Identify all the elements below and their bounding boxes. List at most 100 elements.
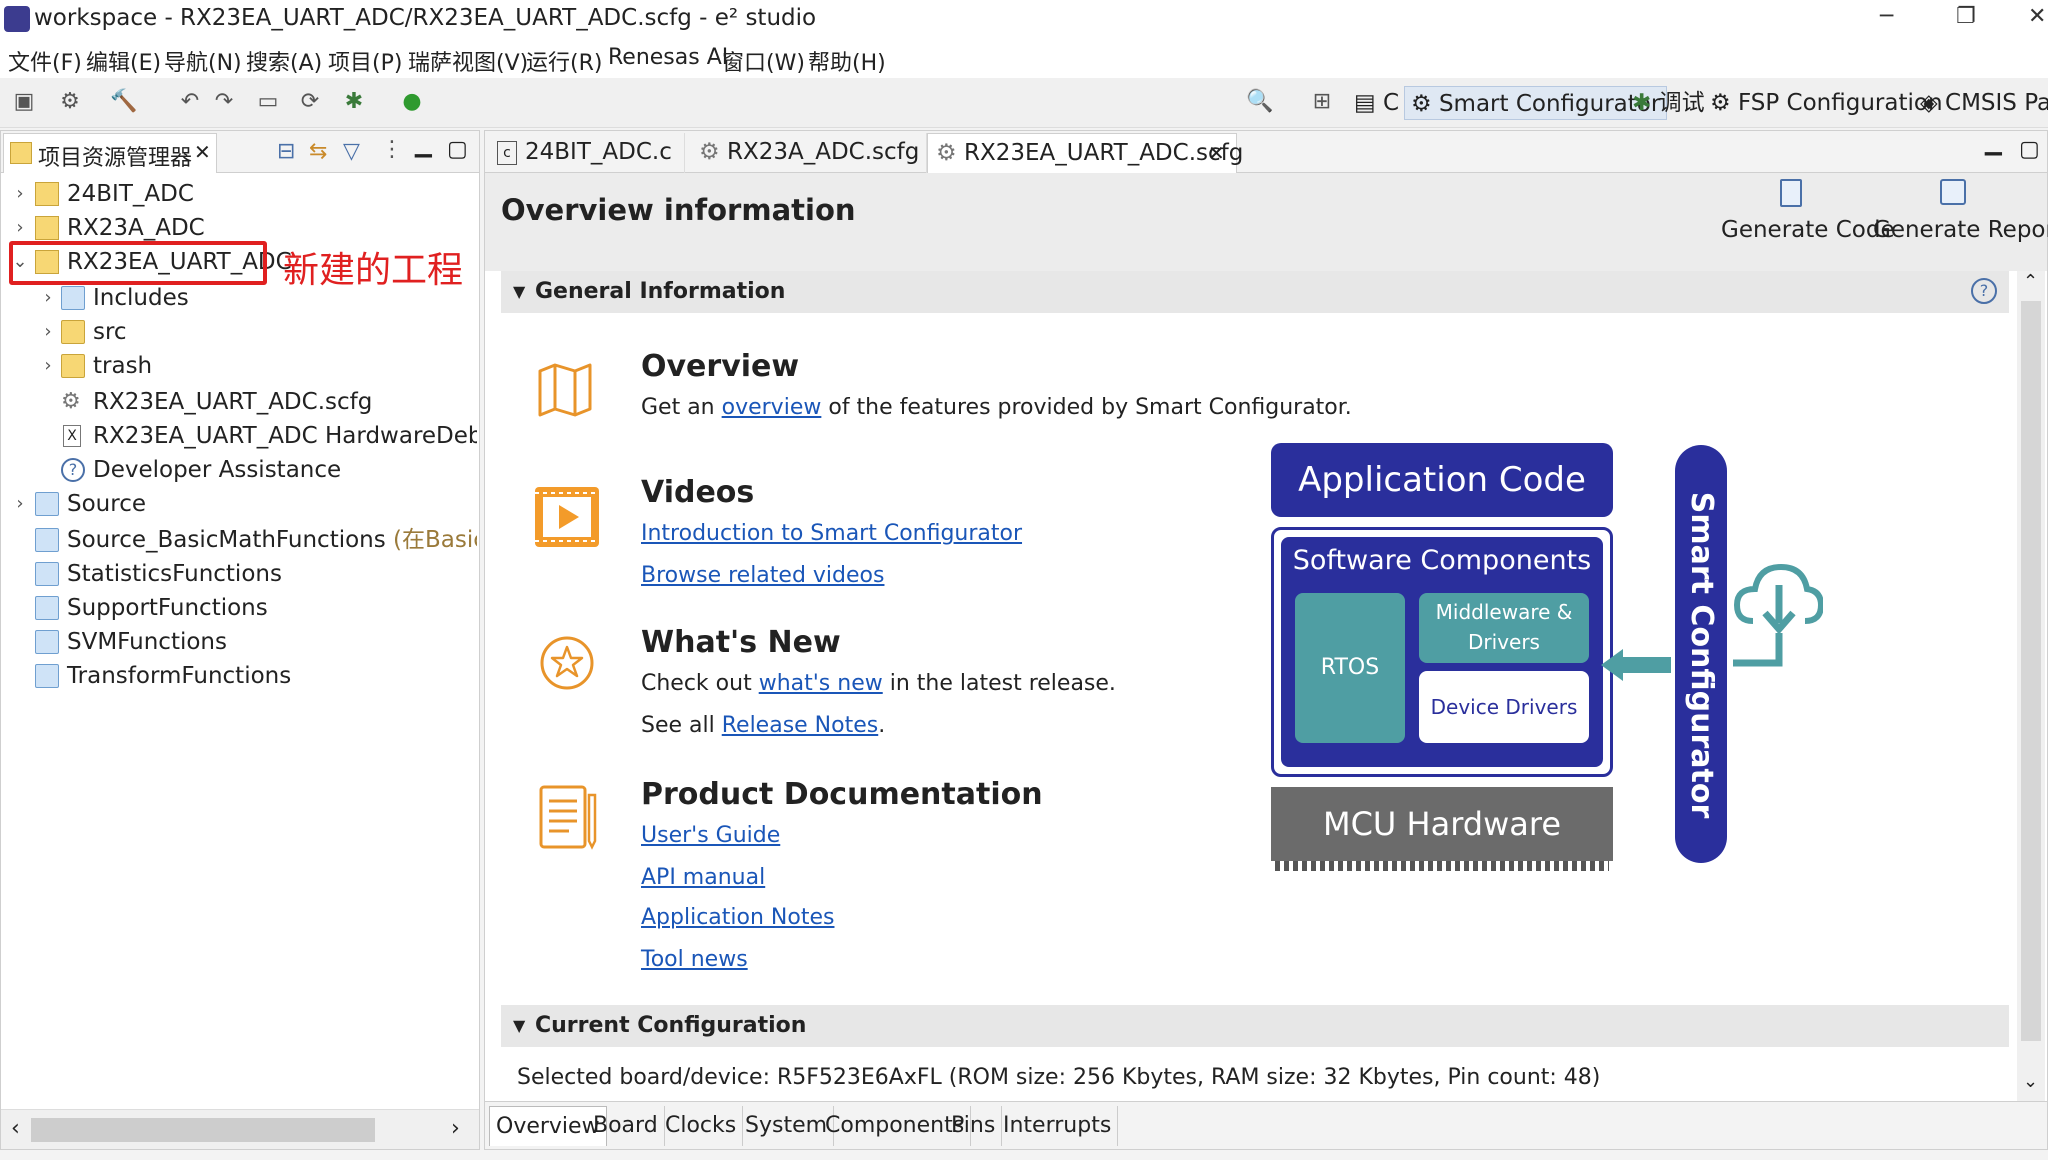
debug-perspective-icon: ✱: [1632, 90, 1652, 116]
close-icon[interactable]: ✕: [1208, 134, 1225, 172]
refresh-icon[interactable]: ⟳: [296, 88, 324, 116]
horizontal-scrollbar[interactable]: ‹ ›: [1, 1109, 479, 1149]
tab-label: 24BIT_ADC.c: [525, 139, 672, 165]
tree-item-launch[interactable]: X RX23EA_UART_ADC HardwareDebug.lau: [1, 419, 477, 453]
link-editor-icon[interactable]: ⇆: [309, 139, 327, 164]
minimize-editor-icon[interactable]: ▁: [1985, 131, 2002, 156]
undo-icon[interactable]: ↶: [176, 88, 204, 116]
run-icon[interactable]: ●: [398, 88, 426, 116]
chevron-right-icon[interactable]: ›: [39, 281, 57, 315]
tool-news-link[interactable]: Tool news: [641, 947, 748, 972]
tab-pins[interactable]: Pins: [945, 1106, 1003, 1146]
scroll-up-icon[interactable]: ⌃: [2023, 271, 2038, 292]
menu-run[interactable]: 运行(R): [526, 45, 602, 77]
scroll-right-icon[interactable]: ›: [451, 1116, 460, 1141]
scroll-left-icon[interactable]: ‹: [11, 1116, 20, 1141]
intro-video-link[interactable]: Introduction to Smart Configurator: [641, 521, 1022, 546]
generate-code-button[interactable]: Generate Code: [1721, 179, 1895, 259]
search-icon[interactable]: 🔍: [1246, 88, 1274, 116]
folder-icon: [35, 596, 59, 620]
minimize-button[interactable]: ─: [1880, 4, 1893, 29]
menu-renesas-ai[interactable]: Renesas AI: [608, 45, 728, 70]
tree-item-developer-assistance[interactable]: ? Developer Assistance: [1, 453, 477, 487]
view-menu-icon[interactable]: ⋮: [381, 137, 403, 162]
tree-item-statistics[interactable]: StatisticsFunctions: [1, 557, 477, 591]
generate-report-button[interactable]: Generate Report: [1873, 179, 2048, 259]
help-icon[interactable]: ?: [1971, 278, 1997, 304]
tab-interrupts[interactable]: Interrupts: [997, 1106, 1119, 1146]
documentation-heading: Product Documentation: [641, 777, 1043, 812]
scrollbar-thumb[interactable]: [31, 1118, 375, 1142]
tree-item-transform[interactable]: TransformFunctions: [1, 659, 477, 693]
vertical-scrollbar[interactable]: ⌃ ⌄: [2017, 271, 2045, 1101]
collapse-triangle-icon[interactable]: ▼: [513, 1005, 525, 1047]
maximize-view-icon[interactable]: ▢: [447, 137, 468, 162]
current-configuration-header[interactable]: ▼ Current Configuration: [501, 1005, 2009, 1047]
scroll-down-icon[interactable]: ⌄: [2023, 1071, 2038, 1092]
tree-item-support[interactable]: SupportFunctions: [1, 591, 477, 625]
tree-item-rx23a-adc[interactable]: › RX23A_ADC: [1, 211, 477, 245]
restore-button[interactable]: ❐: [1956, 4, 1976, 29]
tree-item-trash[interactable]: › trash: [1, 349, 477, 383]
tree-item-source-basicmath[interactable]: Source_BasicMathFunctions (在BasicMathFu: [1, 523, 477, 557]
explorer-tab[interactable]: 项目资源管理器 ✕: [3, 133, 217, 173]
menu-search[interactable]: 搜索(A): [246, 45, 322, 77]
tree-item-scfg[interactable]: ⚙ RX23EA_UART_ADC.scfg: [1, 385, 477, 419]
terminal-icon[interactable]: ▭: [254, 88, 282, 116]
menu-project[interactable]: 项目(P): [328, 45, 402, 77]
explorer-icon: [10, 142, 32, 164]
tab-rx23ea-uart-adc-scfg[interactable]: ⚙ RX23EA_UART_ADC.scfg ✕: [927, 133, 1243, 173]
tree-item-svm[interactable]: SVMFunctions: [1, 625, 477, 659]
browse-videos-link[interactable]: Browse related videos: [641, 563, 884, 588]
perspective-c[interactable]: ▤ C: [1348, 86, 1405, 120]
whats-new-link[interactable]: what's new: [759, 671, 883, 696]
tree-item-src[interactable]: › src: [1, 315, 477, 349]
section-title: Current Configuration: [535, 1013, 807, 1038]
api-manual-link[interactable]: API manual: [641, 865, 765, 890]
menu-renesas-views[interactable]: 瑞萨视图(V): [408, 45, 528, 77]
overview-link[interactable]: overview: [722, 395, 822, 420]
users-guide-link[interactable]: User's Guide: [641, 823, 780, 848]
tab-board[interactable]: Board: [587, 1106, 665, 1146]
vertical-scrollbar-thumb[interactable]: [2021, 301, 2041, 1041]
collapse-all-icon[interactable]: ⊟: [277, 139, 295, 164]
application-notes-link[interactable]: Application Notes: [641, 905, 834, 930]
close-icon[interactable]: ✕: [194, 140, 211, 164]
tree-item-includes[interactable]: › Includes: [1, 281, 477, 315]
save-icon[interactable]: ▣: [10, 88, 38, 116]
tab-rx23a-adc-scfg[interactable]: ⚙ RX23A_ADC.scfg: [691, 133, 927, 173]
chevron-right-icon[interactable]: ›: [39, 315, 57, 349]
video-play-icon: [531, 481, 603, 557]
tree-item-24bit-adc[interactable]: › 24BIT_ADC: [1, 177, 477, 211]
star-icon: [539, 635, 595, 695]
filter-icon[interactable]: ▽: [343, 139, 360, 164]
menu-window[interactable]: 窗口(W): [722, 45, 805, 77]
tab-24bit-adc-c[interactable]: c 24BIT_ADC.c: [489, 133, 685, 173]
debug-icon[interactable]: ✱: [340, 88, 368, 116]
build-settings-icon[interactable]: ⚙: [56, 88, 84, 116]
maximize-editor-icon[interactable]: ▢: [2019, 137, 2040, 162]
close-button[interactable]: ✕: [2028, 4, 2046, 29]
c-perspective-icon: ▤: [1354, 90, 1376, 116]
chevron-right-icon[interactable]: ›: [11, 177, 29, 211]
menu-navigate[interactable]: 导航(N): [164, 45, 242, 77]
build-icon[interactable]: 🔨: [110, 88, 138, 116]
general-information-header[interactable]: ▼ General Information ?: [501, 271, 2009, 313]
release-notes-link[interactable]: Release Notes: [722, 713, 879, 738]
perspective-debug[interactable]: ✱ 调试: [1626, 86, 1711, 120]
chevron-right-icon[interactable]: ›: [39, 349, 57, 383]
menu-file[interactable]: 文件(F): [8, 45, 82, 77]
menu-help[interactable]: 帮助(H): [808, 45, 886, 77]
tree-item-source[interactable]: › Source: [1, 487, 477, 521]
perspective-cmsis[interactable]: ◈ CMSIS Pac: [1914, 86, 2048, 120]
overview-pre: Get an: [641, 395, 722, 420]
perspective-fsp[interactable]: ⚙ FSP Configuration: [1704, 86, 1949, 120]
chevron-right-icon[interactable]: ›: [11, 487, 29, 521]
tab-clocks[interactable]: Clocks: [659, 1106, 744, 1146]
chevron-right-icon[interactable]: ›: [11, 211, 29, 245]
menu-edit[interactable]: 编辑(E): [86, 45, 161, 77]
open-perspective-icon[interactable]: ⊞: [1308, 88, 1336, 116]
minimize-view-icon[interactable]: ▁: [415, 133, 432, 158]
redo-icon[interactable]: ↷: [210, 88, 238, 116]
collapse-triangle-icon[interactable]: ▼: [513, 271, 525, 313]
